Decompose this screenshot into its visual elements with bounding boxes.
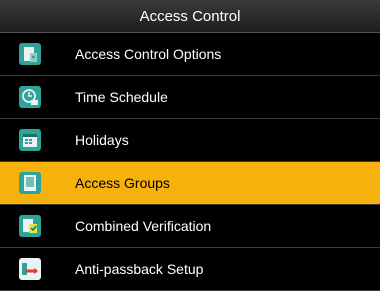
page-title: Access Control <box>139 7 241 25</box>
menu-item-label: Access Groups <box>75 175 170 191</box>
holidays-icon <box>19 129 41 151</box>
menu-item-label: Anti-passback Setup <box>75 261 204 277</box>
menu-item-label: Combined Verification <box>75 218 212 234</box>
menu-item-label: Access Control Options <box>75 46 222 62</box>
menu-item-access-control-options[interactable]: Access Control Options <box>0 33 380 76</box>
menu-item-holidays[interactable]: Holidays <box>0 119 380 162</box>
menu-item-time-schedule[interactable]: Time Schedule <box>0 76 380 119</box>
menu-item-combined-verification[interactable]: Combined Verification <box>0 205 380 248</box>
menu-item-anti-passback-setup[interactable]: Anti-passback Setup <box>0 248 380 291</box>
access-groups-icon <box>19 172 41 194</box>
menu-item-label: Time Schedule <box>75 89 168 105</box>
menu-item-access-groups[interactable]: Access Groups <box>0 162 380 205</box>
anti-passback-icon <box>19 258 41 280</box>
menu-item-label: Holidays <box>75 132 129 148</box>
title-bar: Access Control <box>0 0 380 33</box>
combined-verification-icon <box>19 215 41 237</box>
access-options-icon <box>19 43 41 65</box>
menu-list: Access Control Options Time Schedule Hol… <box>0 33 380 291</box>
time-schedule-icon <box>19 86 41 108</box>
device-screen: Access Control Access Control Options Ti… <box>0 0 380 291</box>
